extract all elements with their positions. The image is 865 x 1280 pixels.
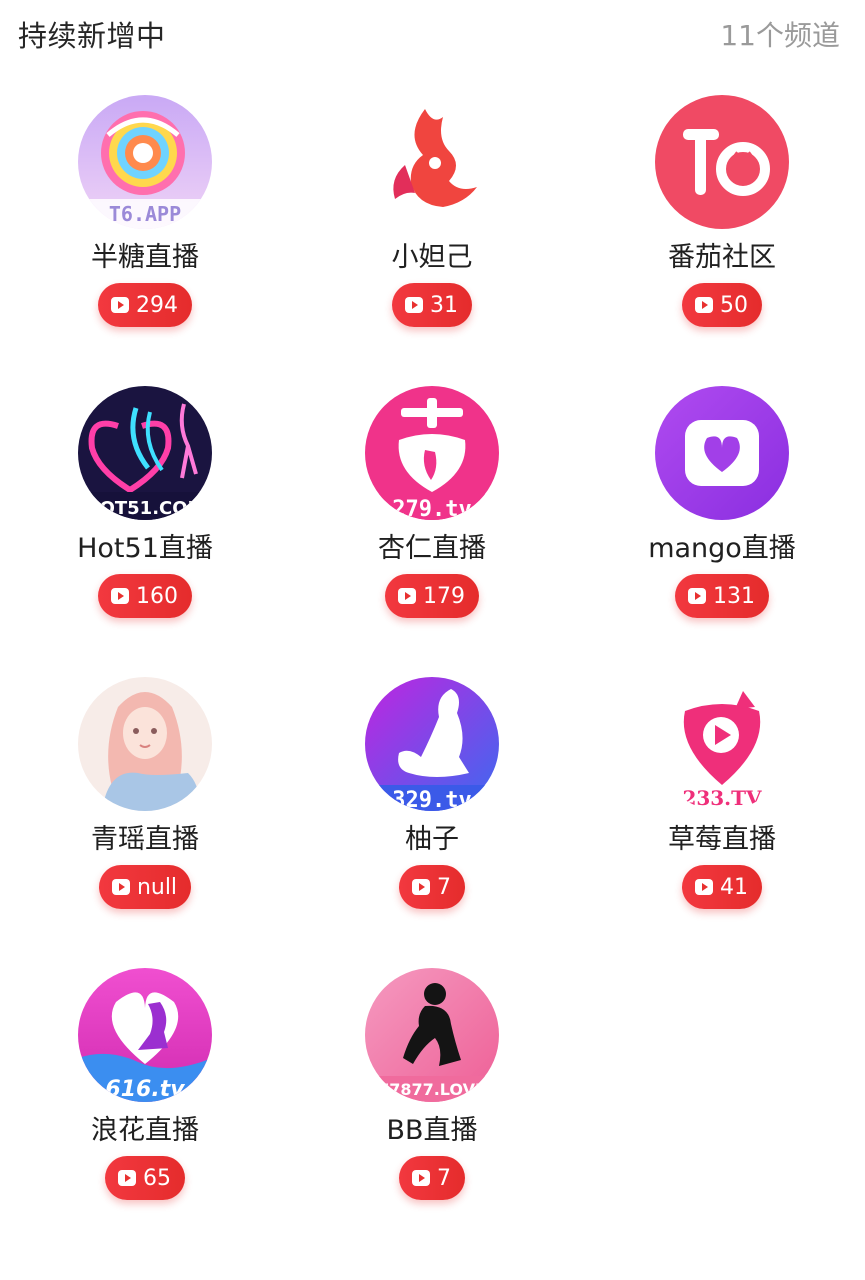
video-count: 7 xyxy=(437,1165,451,1191)
channel-name: 草莓直播 xyxy=(668,824,776,855)
strawberry-logo-icon: 233.TV xyxy=(655,677,789,811)
channel-name: 番茄社区 xyxy=(668,242,776,273)
purple-heart-logo-icon xyxy=(655,386,789,520)
play-icon xyxy=(397,587,417,605)
svg-text:HOT51.COM: HOT51.COM xyxy=(85,498,206,519)
video-count-badge: 31 xyxy=(392,283,472,327)
portrait-girl-icon xyxy=(78,677,212,811)
channel-name: 杏仁直播 xyxy=(378,533,486,564)
tomato-logo-icon xyxy=(655,95,789,229)
channel-name: 柚子 xyxy=(405,824,459,855)
play-icon xyxy=(694,296,714,314)
wave-heart-logo-icon: 616.tv xyxy=(78,968,212,1102)
video-count: 160 xyxy=(136,583,178,609)
channel-card[interactable]: 77877.LOVE BB直播 7 xyxy=(287,968,577,1238)
play-icon xyxy=(117,1169,137,1187)
channel-name: 青瑶直播 xyxy=(91,824,199,855)
video-count-badge: 160 xyxy=(98,574,192,618)
silhouette-logo-icon: 329.tv xyxy=(365,677,499,811)
channel-card[interactable]: 329.tv 柚子 7 xyxy=(287,677,577,947)
channel-card[interactable]: mango直播 131 xyxy=(577,386,865,656)
svg-text:279.tv: 279.tv xyxy=(392,497,471,520)
video-count-badge: 41 xyxy=(682,865,762,909)
video-count: 294 xyxy=(136,292,178,318)
channel-name: 小妲己 xyxy=(391,242,473,273)
video-count-badge: 7 xyxy=(399,1156,465,1200)
svg-text:77877.LOVE: 77877.LOVE xyxy=(378,1080,486,1099)
channel-list-page: 持续新增中 11个频道 T6.APP 半糖直播 294 小妲己 31 番茄社区 … xyxy=(0,0,865,1280)
video-count-badge: 131 xyxy=(675,574,769,618)
channel-card[interactable]: 279.tv 杏仁直播 179 xyxy=(287,386,577,656)
play-icon xyxy=(111,878,131,896)
channel-card[interactable]: T6.APP 半糖直播 294 xyxy=(0,95,290,365)
play-icon xyxy=(411,878,431,896)
channel-card[interactable]: 小妲己 31 xyxy=(287,95,577,365)
channel-card[interactable]: 616.tv 浪花直播 65 xyxy=(0,968,290,1238)
channel-name: 半糖直播 xyxy=(91,242,199,273)
play-icon xyxy=(110,587,130,605)
svg-text:T6.APP: T6.APP xyxy=(109,202,181,226)
svg-text:329.tv: 329.tv xyxy=(392,788,471,811)
channel-card[interactable]: 233.TV 草莓直播 41 xyxy=(577,677,865,947)
channel-card[interactable]: 青瑶直播 null xyxy=(0,677,290,947)
video-count: null xyxy=(136,874,178,900)
channel-count: 11个频道 xyxy=(720,19,840,52)
svg-text:616.tv: 616.tv xyxy=(105,1077,185,1102)
video-count-badge: 65 xyxy=(105,1156,185,1200)
video-count: 179 xyxy=(423,583,465,609)
channel-card[interactable]: 番茄社区 50 xyxy=(577,95,865,365)
video-count-badge: 50 xyxy=(682,283,762,327)
channel-name: 浪花直播 xyxy=(91,1115,199,1146)
play-icon xyxy=(110,296,130,314)
svg-text:233.TV: 233.TV xyxy=(682,786,762,810)
neon-heart-logo-icon: HOT51.COM xyxy=(78,386,212,520)
pink-silhouette-logo-icon: 77877.LOVE xyxy=(365,968,499,1102)
video-count: 131 xyxy=(713,583,755,609)
channel-name: BB直播 xyxy=(386,1115,478,1146)
channel-card[interactable]: HOT51.COM Hot51直播 160 xyxy=(0,386,290,656)
channel-name: mango直播 xyxy=(648,533,796,564)
video-count: 65 xyxy=(143,1165,171,1191)
video-count-badge: 7 xyxy=(399,865,465,909)
section-title: 持续新增中 xyxy=(18,19,166,53)
video-count-badge: null xyxy=(98,865,192,909)
play-icon xyxy=(694,878,714,896)
video-count: 7 xyxy=(437,874,451,900)
fox-logo-icon xyxy=(365,95,499,229)
candy-logo-icon: T6.APP xyxy=(78,95,212,229)
video-count: 31 xyxy=(430,292,458,318)
video-count: 41 xyxy=(720,874,748,900)
play-icon xyxy=(687,587,707,605)
section-header: 持续新增中 11个频道 xyxy=(18,10,840,58)
play-icon xyxy=(404,296,424,314)
video-count-badge: 294 xyxy=(98,283,192,327)
channel-name: Hot51直播 xyxy=(77,533,213,564)
video-count: 50 xyxy=(720,292,748,318)
almond-logo-icon: 279.tv xyxy=(365,386,499,520)
video-count-badge: 179 xyxy=(385,574,479,618)
play-icon xyxy=(411,1169,431,1187)
